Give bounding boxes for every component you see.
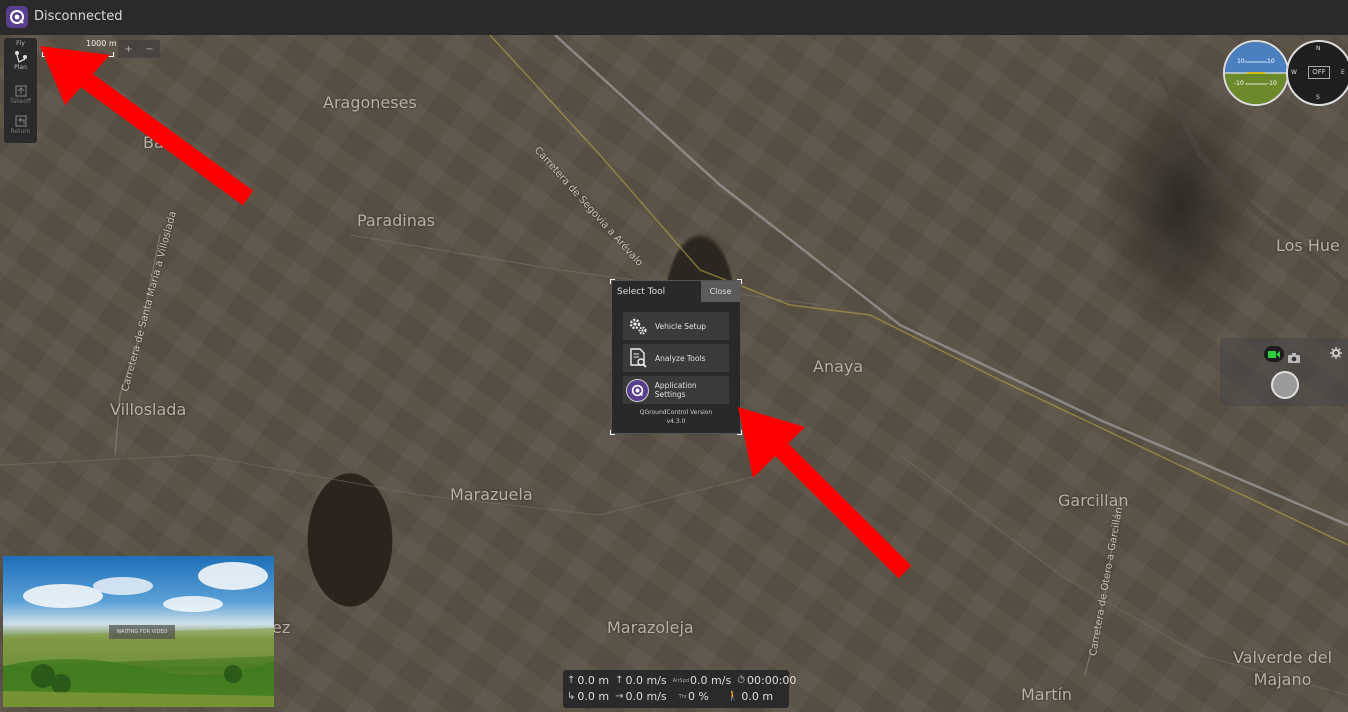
pitch-label: -10: [1234, 80, 1244, 87]
tool-plan[interactable]: Plan: [4, 50, 37, 71]
place-label: Valverde del Majano: [1232, 648, 1333, 689]
analyze-tools-label: Analyze Tools: [655, 353, 706, 363]
place-label: Ba: [143, 133, 164, 152]
tool-label: Fly: [16, 40, 25, 47]
compass-label: N: [1316, 45, 1321, 52]
close-button[interactable]: Close: [701, 281, 740, 302]
ground-speed-value: 0.0 m/s: [625, 690, 667, 703]
place-label: Villoslada: [110, 400, 187, 419]
distance-value: 0.0 m: [577, 690, 610, 703]
airspeed-value: 0.0 m/s: [690, 674, 732, 687]
pitch-label: -10: [1267, 80, 1277, 87]
vehicle-setup-button[interactable]: Vehicle Setup: [623, 312, 729, 340]
tool-label: Return: [10, 128, 31, 135]
telemetry-distance-home: 🚶 0.0 m: [727, 690, 773, 703]
telemetry-ground-speed: → 0.0 m/s: [615, 690, 667, 703]
zoom-out-icon[interactable]: −: [145, 44, 153, 55]
place-label: Los Hue: [1276, 236, 1340, 255]
takeoff-icon: [14, 85, 27, 97]
place-label: Marazuela: [450, 485, 533, 504]
vehicle-setup-label: Vehicle Setup: [655, 321, 707, 331]
airspeed-label: AirSpd: [672, 677, 690, 684]
version-title: QGroundControl Version: [639, 409, 713, 416]
pitch-label: 10: [1237, 58, 1245, 65]
compass-label: S: [1316, 94, 1320, 101]
pitch-label: 10: [1267, 58, 1275, 65]
place-label: Paradinas: [357, 211, 435, 230]
capture-button[interactable]: [1271, 371, 1299, 399]
distance-home-value: 0.0 m: [741, 690, 774, 703]
throttle-value: 0 %: [687, 690, 709, 703]
video-mode-icon[interactable]: [1264, 346, 1284, 362]
camera-panel: [1220, 338, 1348, 406]
ground-speed-icon: →: [615, 691, 624, 702]
dialog-title: Select Tool: [617, 287, 666, 297]
zoom-in-icon[interactable]: +: [124, 44, 132, 55]
application-settings-label: Application Settings: [654, 381, 697, 399]
throttle-label: Thr: [678, 693, 687, 700]
telemetry-distance: ↳ 0.0 m: [567, 690, 609, 703]
compass-label: E: [1341, 69, 1345, 76]
walking-icon: 🚶: [726, 691, 740, 702]
tool-label: Plan: [14, 64, 27, 71]
climb-rate-icon: ↑: [615, 675, 624, 686]
vertical-speed-value: 0.0 m/s: [625, 674, 667, 687]
stopwatch-icon: ⏱: [737, 675, 746, 686]
place-label: Aragoneses: [323, 93, 417, 112]
telemetry-vertical-speed: ↑ 0.0 m/s: [615, 674, 667, 687]
dialog-corner: [610, 430, 615, 435]
dialog-corner: [737, 430, 742, 435]
altitude-up-icon: ↑: [567, 675, 576, 686]
analyze-icon: [626, 346, 650, 370]
compass-indicator: N E W S OFF: [1286, 40, 1348, 106]
version-number: v4.3.0: [666, 418, 686, 425]
place-label: Anaya: [813, 357, 864, 376]
tool-fly[interactable]: Fly: [4, 40, 37, 47]
return-icon: [14, 115, 27, 127]
analyze-tools-button[interactable]: Analyze Tools: [623, 344, 729, 372]
telemetry-airspeed: AirSpd 0.0 m/s: [673, 674, 732, 687]
zoom-controls[interactable]: + −: [118, 40, 160, 58]
top-toolbar: Disconnected: [0, 0, 1348, 36]
telemetry-bar: ↑ 0.0 m ↑ 0.0 m/s AirSpd 0.0 m/s ⏱ 00:00:00 …: [563, 670, 796, 708]
attitude-indicator: 10 10 -10 -10: [1223, 40, 1289, 106]
tool-return[interactable]: Return: [4, 114, 37, 135]
place-label: Martín: [1021, 685, 1073, 704]
tool-label: Takeoff: [9, 98, 32, 105]
qgc-logo-icon[interactable]: [6, 6, 28, 28]
video-preview[interactable]: WAITING FOR VIDEO: [3, 556, 274, 707]
map-scale-label: 1000 m: [86, 39, 117, 48]
dialog-corner: [610, 279, 615, 284]
gears-icon: [626, 314, 650, 338]
telemetry-flight-time: ⏱ 00:00:00: [737, 674, 796, 687]
photo-mode-icon[interactable]: [1288, 348, 1300, 367]
compass-label: W: [1291, 69, 1297, 76]
qgc-logo-icon: [626, 378, 650, 402]
select-tool-dialog: Select Tool Close Vehicle Setup Analyze …: [610, 279, 742, 435]
telemetry-altitude: ↑ 0.0 m: [567, 674, 609, 687]
altitude-value: 0.0 m: [577, 674, 610, 687]
compass-off-box: OFF: [1308, 66, 1330, 79]
camera-settings-gear-icon[interactable]: [1330, 344, 1342, 363]
connection-status: Disconnected: [34, 9, 123, 24]
tool-takeoff[interactable]: Takeoff: [4, 84, 37, 105]
application-settings-button[interactable]: Application Settings: [623, 376, 729, 404]
telemetry-throttle: Thr 0 %: [679, 690, 709, 703]
plan-icon: [14, 51, 27, 63]
fly-toolstrip: Fly Plan Takeoff Return: [4, 38, 37, 143]
waiting-for-video-label: WAITING FOR VIDEO: [109, 625, 175, 639]
map-scale-bar: [42, 52, 114, 57]
flight-time-value: 00:00:00: [747, 674, 797, 687]
distance-icon: ↳: [567, 691, 576, 702]
place-label: Marazoleja: [607, 618, 694, 637]
place-label: ez: [272, 618, 291, 637]
